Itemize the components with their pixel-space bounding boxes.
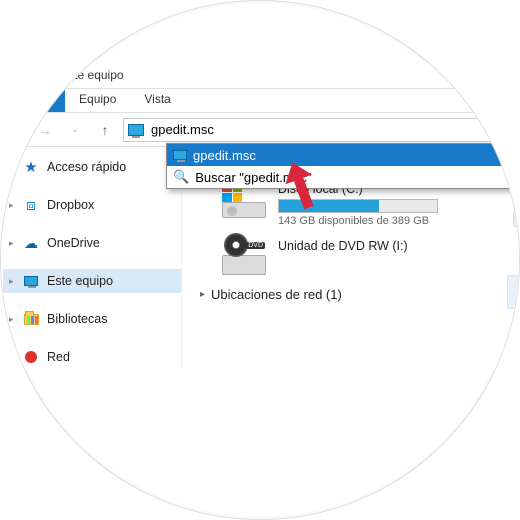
sidebar-label: Acceso rápido [47, 160, 126, 174]
chevron-right-icon: ▸ [200, 289, 205, 300]
star-icon: ★ [23, 159, 39, 175]
chevron-right-icon: ▸ [9, 352, 14, 363]
tab-archivo[interactable]: Archivo [0, 89, 65, 112]
sidebar-label: Bibliotecas [47, 312, 107, 326]
section-network[interactable]: ▸ Ubicaciones de red (1) [200, 287, 520, 302]
address-input[interactable] [148, 122, 520, 137]
sidebar-item-onedrive[interactable]: ▸ ☁ OneDrive [3, 231, 181, 255]
tab-vista[interactable]: Vista [130, 89, 184, 112]
explorer-window: ⌄ | Este equipo Archivo Equipo Vista ← →… [0, 61, 520, 369]
chevron-right-icon: ▸ [9, 276, 14, 287]
sidebar-label: Dropbox [47, 198, 94, 212]
pc-icon [23, 273, 39, 289]
onedrive-icon: ☁ [23, 235, 39, 251]
dvd-drive-icon: DVD [222, 239, 268, 275]
dvd-badge: DVD [246, 242, 265, 249]
titlebar: ⌄ | Este equipo [0, 61, 520, 89]
drive-free-text: 143 GB disponibles de 389 GB [278, 215, 438, 227]
address-bar[interactable] [123, 118, 520, 142]
search-icon: 🔍 [173, 169, 189, 185]
sidebar-item-quick-access[interactable]: ▸ ★ Acceso rápido [3, 155, 181, 179]
chevron-right-icon: ▸ [9, 162, 14, 173]
sidebar-item-dropbox[interactable]: ▸ ⧈ Dropbox [3, 193, 181, 217]
navbar: ← → ⌄ ↑ gpedit.msc 🔍 Buscar "gpedit.msc" [0, 113, 520, 147]
sidebar-item-this-pc[interactable]: ▸ Este equipo [3, 269, 181, 293]
titlebar-divider: | [49, 68, 52, 82]
sidebar-item-libraries[interactable]: ▸ Bibliotecas [3, 307, 181, 331]
drive-partial-icon [507, 275, 520, 309]
dropbox-icon: ⧈ [23, 197, 39, 213]
suggestion-item-gpedit[interactable]: gpedit.msc [167, 144, 520, 166]
address-suggestions-dropdown: gpedit.msc 🔍 Buscar "gpedit.msc" [166, 143, 520, 189]
sidebar-item-red[interactable]: ▸ Red [3, 345, 181, 369]
pc-icon [128, 124, 144, 136]
sidebar-label: OneDrive [47, 236, 100, 250]
up-button[interactable]: ↑ [93, 118, 117, 142]
window-title: Este equipo [60, 68, 123, 82]
ribbon-tabs: Archivo Equipo Vista [0, 89, 520, 113]
sidebar-label: Red [47, 350, 70, 364]
drive-item-dvd[interactable]: DVD Unidad de DVD RW (I:) [222, 239, 520, 275]
forward-button: → [33, 118, 57, 142]
folder-icon [23, 311, 39, 327]
network-icon [23, 349, 39, 365]
nav-pane: ▸ ★ Acceso rápido ▸ ⧈ Dropbox ▸ ☁ OneDri… [0, 147, 182, 369]
recent-dropdown[interactable]: ⌄ [63, 118, 87, 142]
suggestion-item-search[interactable]: 🔍 Buscar "gpedit.msc" [167, 166, 520, 188]
drive-partial-icon [513, 211, 520, 227]
drive-label: Unidad de DVD RW (I:) [278, 239, 408, 253]
chevron-right-icon: ▸ [9, 314, 14, 325]
sidebar-label: Este equipo [47, 274, 113, 288]
chevron-right-icon: ▸ [9, 238, 14, 249]
chevron-right-icon: ▸ [9, 200, 14, 211]
back-button[interactable]: ← [3, 118, 27, 142]
section-title: Ubicaciones de red (1) [211, 287, 342, 302]
titlebar-chevron-icon: ⌄ [31, 68, 41, 82]
tab-equipo[interactable]: Equipo [65, 89, 130, 112]
suggestion-label: gpedit.msc [193, 148, 256, 163]
pc-icon [173, 150, 187, 160]
